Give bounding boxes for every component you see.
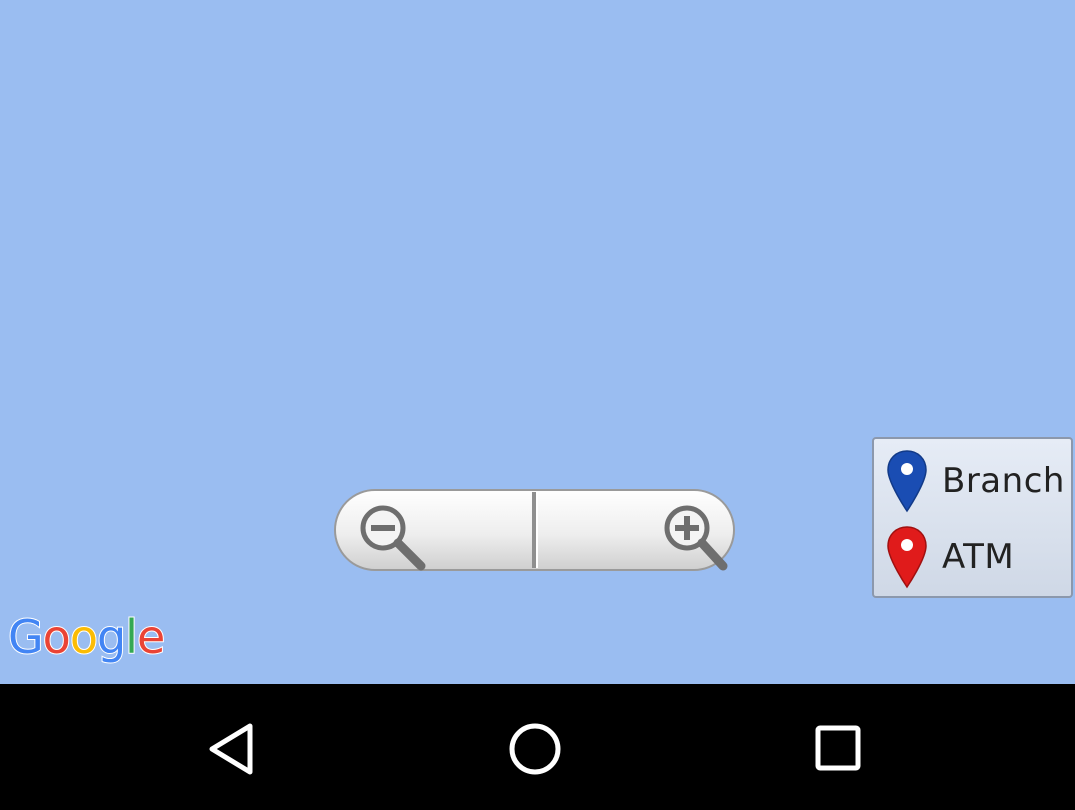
google-logo-letter: o: [69, 609, 99, 665]
google-logo-letter: G: [7, 609, 45, 665]
zoom-out-button[interactable]: [333, 488, 534, 572]
blue-map-pin-icon: [887, 450, 927, 513]
legend-item-branch[interactable]: Branch: [886, 449, 1065, 513]
legend-label: Branch: [942, 461, 1065, 501]
zoom-out-magnifier-icon: [360, 505, 426, 571]
zoom-in-button[interactable]: [535, 488, 736, 572]
navigation-bar: [0, 684, 1075, 810]
recents-button[interactable]: [803, 714, 873, 784]
legend-item-atm[interactable]: ATM: [886, 525, 1014, 589]
google-logo-letter: g: [96, 609, 127, 665]
zoom-controls: [333, 488, 736, 572]
zoom-in-magnifier-icon: [664, 505, 728, 571]
map-legend: Branch ATM: [872, 437, 1073, 598]
google-logo-letter: l: [124, 609, 139, 665]
google-logo-letter: o: [42, 609, 72, 665]
recents-square-icon: [815, 725, 861, 771]
back-triangle-icon: [209, 723, 253, 775]
home-circle-icon: [509, 723, 561, 775]
home-button[interactable]: [500, 714, 570, 784]
red-map-pin-icon: [887, 526, 927, 589]
map-view[interactable]: Branch ATM Google: [0, 0, 1075, 684]
google-logo-letter: e: [136, 609, 166, 665]
legend-label: ATM: [942, 537, 1015, 577]
google-logo: Google: [7, 609, 166, 665]
back-button[interactable]: [198, 714, 268, 784]
